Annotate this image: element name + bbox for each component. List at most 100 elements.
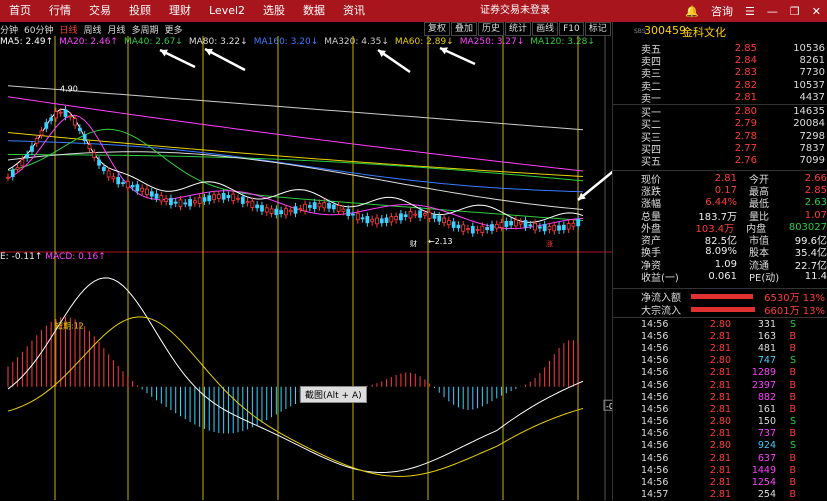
tick-time: 14:56 xyxy=(641,330,669,342)
consult-button[interactable]: 咨询 xyxy=(711,3,733,19)
candle-body xyxy=(547,226,552,230)
nav-item[interactable]: 资讯 xyxy=(334,0,374,22)
candle-body xyxy=(202,197,207,202)
order-book-row: 买五 2.76 7099 xyxy=(641,155,827,168)
candle-body xyxy=(20,159,25,167)
order-price: 2.82 xyxy=(734,79,757,91)
tick-time: 14:56 xyxy=(641,416,669,428)
tick-row: 14:56 2.81 1289 B xyxy=(641,367,827,379)
order-price: 2.85 xyxy=(734,42,757,54)
close-icon[interactable]: ✕ xyxy=(812,5,821,18)
candle-body xyxy=(317,203,322,208)
tick-row: 14:56 2.81 882 B xyxy=(641,391,827,403)
tick-price: 2.80 xyxy=(709,416,731,428)
stat-value: 1.07 xyxy=(804,209,827,221)
candle-body xyxy=(68,115,73,118)
candle-body xyxy=(236,197,240,200)
order-price: 2.84 xyxy=(734,54,757,66)
order-price: 2.77 xyxy=(734,143,757,155)
candle-body xyxy=(418,210,422,218)
candle-body xyxy=(571,222,576,227)
candle-body xyxy=(288,209,293,213)
candle-body xyxy=(322,202,327,209)
candle-body xyxy=(15,167,20,170)
stat-value: 82.5亿 xyxy=(704,236,737,248)
tick-side: B xyxy=(789,330,796,342)
nav-item[interactable]: 数据 xyxy=(294,0,334,22)
flow-label: 大宗流入 xyxy=(641,306,681,317)
top-menu-bar: 首页 行情 交易 投顾 理财 Level2 选股 数据 资讯 证券交易未登录 🔔 咨询 ☰ — … xyxy=(0,0,827,22)
candle-body xyxy=(192,200,197,204)
tick-time: 14:56 xyxy=(641,440,669,452)
tick-side: B xyxy=(789,489,796,501)
tick-row: 14:56 2.81 737 B xyxy=(641,428,827,440)
candle-body xyxy=(442,217,446,224)
candle-body xyxy=(82,134,87,142)
candle-body xyxy=(427,211,432,219)
order-volume: 10536 xyxy=(793,42,825,54)
tick-time: 14:56 xyxy=(641,391,669,403)
tick-side: B xyxy=(789,428,796,440)
order-volume: 14635 xyxy=(793,106,825,118)
order-price: 2.78 xyxy=(734,130,757,142)
candle-body xyxy=(293,206,298,214)
stock-name: 金科文化 xyxy=(682,26,726,39)
tick-time: 14:56 xyxy=(641,428,669,440)
nav-item[interactable]: Level2 xyxy=(200,0,254,22)
candle-body xyxy=(461,224,466,232)
candle-body xyxy=(250,200,255,208)
tick-row: 14:56 2.81 161 B xyxy=(641,403,827,415)
candle-body xyxy=(375,217,379,225)
nav-item[interactable]: 首页 xyxy=(0,0,40,22)
login-status[interactable]: 证券交易未登录 xyxy=(480,0,550,22)
tick-time: 14:56 xyxy=(641,367,669,379)
macd-annotation: 短期:12 xyxy=(55,320,84,330)
restore-icon[interactable]: ❐ xyxy=(790,5,800,18)
tick-time: 14:56 xyxy=(641,477,669,489)
candle-body xyxy=(504,221,509,227)
tick-side: S xyxy=(789,355,796,367)
tick-qty: 1254 xyxy=(751,477,776,489)
nav-item[interactable]: 行情 xyxy=(40,0,80,22)
tick-row: 14:56 2.81 1254 B xyxy=(641,476,827,488)
nav-item[interactable]: 选股 xyxy=(254,0,294,22)
candle-body xyxy=(509,221,514,226)
candle-body xyxy=(523,220,528,228)
candle-body xyxy=(264,207,269,213)
candle-body xyxy=(135,184,140,192)
candle-body xyxy=(140,187,145,192)
candle-body xyxy=(212,194,216,201)
bell-icon[interactable]: 🔔 xyxy=(685,5,699,18)
candle-body xyxy=(221,192,226,200)
candle-body xyxy=(346,208,351,216)
nav-item[interactable]: 理财 xyxy=(160,0,200,22)
candle-body xyxy=(351,213,355,216)
annotation-arrow xyxy=(577,170,612,201)
candle-body xyxy=(231,193,236,201)
tick-qty: 1289 xyxy=(751,367,776,379)
candle-body xyxy=(485,227,490,231)
candle-body xyxy=(10,169,15,177)
candle-body xyxy=(149,191,154,197)
candle-body xyxy=(480,225,485,234)
tick-row: 14:56 2.81 1449 B xyxy=(641,464,827,476)
candle-body xyxy=(360,217,365,220)
candle-body xyxy=(355,212,360,221)
event-tag: 涨 xyxy=(546,239,553,248)
nav-item[interactable]: 交易 xyxy=(80,0,120,22)
candle-body xyxy=(279,210,284,215)
stat-value: 1.09 xyxy=(714,258,737,270)
candle-body xyxy=(284,208,288,216)
tick-price: 2.81 xyxy=(709,428,731,440)
minimize-icon[interactable]: — xyxy=(767,5,778,18)
tick-side: B xyxy=(789,391,796,403)
stat-value: 22.7亿 xyxy=(794,260,827,272)
candle-body xyxy=(552,224,557,232)
menu-icon[interactable]: ☰ xyxy=(745,5,755,18)
nav-item[interactable]: 投顾 xyxy=(120,0,160,22)
stat-value: 0.061 xyxy=(708,271,737,283)
stat-value: 2.63 xyxy=(804,197,827,209)
candle-body xyxy=(164,198,169,202)
candle-body xyxy=(384,217,389,223)
tick-side: B xyxy=(789,379,796,391)
